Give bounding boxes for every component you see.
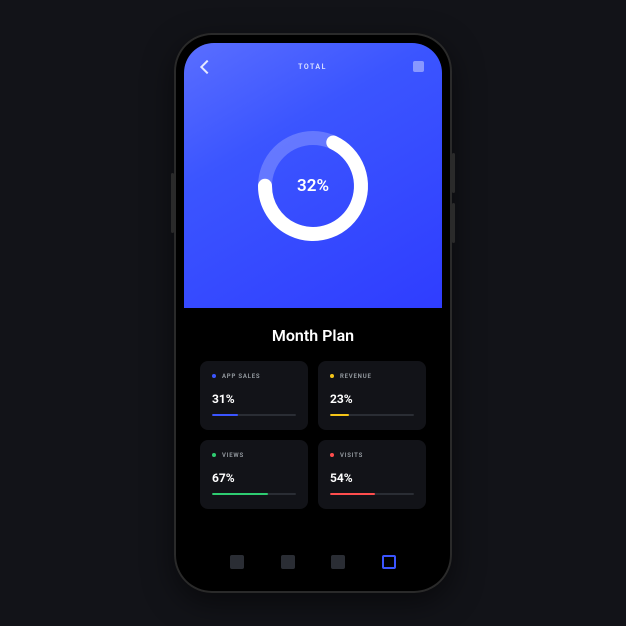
month-plan-panel: Month Plan APP SALES 31% REVENUE [184, 308, 442, 583]
dot-icon [330, 374, 334, 378]
card-value: 23% [330, 392, 414, 406]
card-label: REVENUE [340, 373, 372, 380]
dot-icon [212, 374, 216, 378]
progress-track [330, 493, 414, 495]
progress-fill [330, 493, 375, 495]
metrics-grid: APP SALES 31% REVENUE 23% [200, 361, 426, 509]
back-icon[interactable] [200, 59, 214, 73]
panel-title: Month Plan [200, 326, 426, 345]
menu-icon[interactable] [413, 61, 424, 72]
phone-frame: TOTAL 32% Month Plan AP [174, 33, 452, 593]
progress-ring: 32% [248, 64, 378, 308]
card-value: 54% [330, 471, 414, 485]
card-value: 31% [212, 392, 296, 406]
dot-icon [212, 453, 216, 457]
card-label: VISITS [340, 452, 363, 459]
progress-fill [212, 414, 238, 416]
tab-2[interactable] [281, 555, 295, 569]
tab-3[interactable] [331, 555, 345, 569]
dot-icon [330, 453, 334, 457]
card-views[interactable]: VIEWS 67% [200, 440, 308, 509]
tab-4[interactable] [382, 555, 396, 569]
screen: TOTAL 32% Month Plan AP [184, 43, 442, 583]
tab-1[interactable] [230, 555, 244, 569]
card-visits[interactable]: VISITS 54% [318, 440, 426, 509]
card-value: 67% [212, 471, 296, 485]
progress-fill [212, 493, 268, 495]
card-app-sales[interactable]: APP SALES 31% [200, 361, 308, 430]
progress-fill [330, 414, 349, 416]
card-revenue[interactable]: REVENUE 23% [318, 361, 426, 430]
progress-track [212, 414, 296, 416]
progress-track [330, 414, 414, 416]
hero-section: TOTAL 32% [184, 43, 442, 308]
progress-track [212, 493, 296, 495]
card-label: APP SALES [222, 373, 260, 380]
progress-value: 32% [297, 176, 329, 196]
card-label: VIEWS [222, 452, 244, 459]
tab-bar [200, 541, 426, 583]
